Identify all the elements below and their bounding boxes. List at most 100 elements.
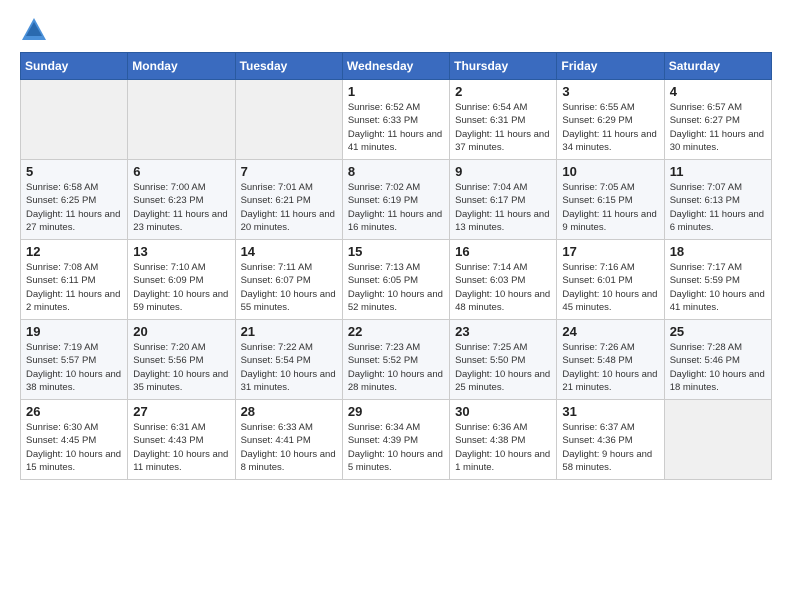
week-row-3: 12Sunrise: 7:08 AM Sunset: 6:11 PM Dayli… xyxy=(21,240,772,320)
day-info: Sunrise: 6:36 AM Sunset: 4:38 PM Dayligh… xyxy=(455,421,551,474)
day-number: 21 xyxy=(241,324,337,339)
day-number: 7 xyxy=(241,164,337,179)
day-number: 9 xyxy=(455,164,551,179)
day-info: Sunrise: 7:28 AM Sunset: 5:46 PM Dayligh… xyxy=(670,341,766,394)
weekday-header-friday: Friday xyxy=(557,53,664,80)
day-info: Sunrise: 7:04 AM Sunset: 6:17 PM Dayligh… xyxy=(455,181,551,234)
day-number: 27 xyxy=(133,404,229,419)
day-info: Sunrise: 7:23 AM Sunset: 5:52 PM Dayligh… xyxy=(348,341,444,394)
week-row-1: 1Sunrise: 6:52 AM Sunset: 6:33 PM Daylig… xyxy=(21,80,772,160)
calendar-cell: 20 Sunrise: 7:20 AM Sunset: 5:56 PM Dayli… xyxy=(128,320,235,400)
calendar-cell: 26 Sunrise: 6:30 AM Sunset: 4:45 PM Dayli… xyxy=(21,400,128,480)
day-number: 4 xyxy=(670,84,766,99)
day-info: Sunrise: 6:30 AM Sunset: 4:45 PM Dayligh… xyxy=(26,421,122,474)
calendar-cell: 4 Sunrise: 6:57 AM Sunset: 6:27 PM Daylig… xyxy=(664,80,771,160)
day-info: Sunrise: 7:13 AM Sunset: 6:05 PM Dayligh… xyxy=(348,261,444,314)
day-number: 20 xyxy=(133,324,229,339)
weekday-header-sunday: Sunday xyxy=(21,53,128,80)
weekday-header-row: SundayMondayTuesdayWednesdayThursdayFrid… xyxy=(21,53,772,80)
day-info: Sunrise: 7:11 AM Sunset: 6:07 PM Dayligh… xyxy=(241,261,337,314)
day-number: 23 xyxy=(455,324,551,339)
day-number: 18 xyxy=(670,244,766,259)
week-row-4: 19 Sunrise: 7:19 AM Sunset: 5:57 PM Dayli… xyxy=(21,320,772,400)
calendar-cell: 31 Sunrise: 6:37 AM Sunset: 4:36 PM Dayli… xyxy=(557,400,664,480)
day-info: Sunrise: 7:20 AM Sunset: 5:56 PM Dayligh… xyxy=(133,341,229,394)
calendar-cell xyxy=(128,80,235,160)
day-number: 14 xyxy=(241,244,337,259)
calendar-cell: 5 Sunrise: 6:58 AM Sunset: 6:25 PM Daylig… xyxy=(21,160,128,240)
day-number: 15 xyxy=(348,244,444,259)
calendar-cell: 24 Sunrise: 7:26 AM Sunset: 5:48 PM Dayli… xyxy=(557,320,664,400)
week-row-2: 5 Sunrise: 6:58 AM Sunset: 6:25 PM Daylig… xyxy=(21,160,772,240)
day-info: Sunrise: 7:16 AM Sunset: 6:01 PM Dayligh… xyxy=(562,261,658,314)
day-info: Sunrise: 7:14 AM Sunset: 6:03 PM Dayligh… xyxy=(455,261,551,314)
day-number: 6 xyxy=(133,164,229,179)
calendar-cell: 9 Sunrise: 7:04 AM Sunset: 6:17 PM Daylig… xyxy=(450,160,557,240)
weekday-header-wednesday: Wednesday xyxy=(342,53,449,80)
logo-icon xyxy=(20,16,48,44)
week-row-5: 26 Sunrise: 6:30 AM Sunset: 4:45 PM Dayli… xyxy=(21,400,772,480)
day-info: Sunrise: 7:19 AM Sunset: 5:57 PM Dayligh… xyxy=(26,341,122,394)
calendar-cell: 14 Sunrise: 7:11 AM Sunset: 6:07 PM Dayli… xyxy=(235,240,342,320)
day-number: 11 xyxy=(670,164,766,179)
calendar-cell: 8Sunrise: 7:02 AM Sunset: 6:19 PM Daylig… xyxy=(342,160,449,240)
day-number: 1 xyxy=(348,84,444,99)
calendar-cell: 10 Sunrise: 7:05 AM Sunset: 6:15 PM Dayli… xyxy=(557,160,664,240)
calendar-cell: 23 Sunrise: 7:25 AM Sunset: 5:50 PM Dayli… xyxy=(450,320,557,400)
calendar-cell: 1Sunrise: 6:52 AM Sunset: 6:33 PM Daylig… xyxy=(342,80,449,160)
day-number: 17 xyxy=(562,244,658,259)
day-info: Sunrise: 6:57 AM Sunset: 6:27 PM Dayligh… xyxy=(670,101,766,154)
calendar-table: SundayMondayTuesdayWednesdayThursdayFrid… xyxy=(20,52,772,480)
calendar-cell: 2 Sunrise: 6:54 AM Sunset: 6:31 PM Daylig… xyxy=(450,80,557,160)
day-number: 30 xyxy=(455,404,551,419)
day-number: 24 xyxy=(562,324,658,339)
calendar-cell: 13 Sunrise: 7:10 AM Sunset: 6:09 PM Dayli… xyxy=(128,240,235,320)
calendar-cell: 17 Sunrise: 7:16 AM Sunset: 6:01 PM Dayli… xyxy=(557,240,664,320)
day-info: Sunrise: 7:26 AM Sunset: 5:48 PM Dayligh… xyxy=(562,341,658,394)
calendar-cell: 21 Sunrise: 7:22 AM Sunset: 5:54 PM Dayli… xyxy=(235,320,342,400)
day-number: 3 xyxy=(562,84,658,99)
day-info: Sunrise: 7:01 AM Sunset: 6:21 PM Dayligh… xyxy=(241,181,337,234)
day-number: 22 xyxy=(348,324,444,339)
day-number: 31 xyxy=(562,404,658,419)
day-number: 16 xyxy=(455,244,551,259)
calendar-cell: 22 Sunrise: 7:23 AM Sunset: 5:52 PM Dayli… xyxy=(342,320,449,400)
calendar-cell: 16 Sunrise: 7:14 AM Sunset: 6:03 PM Dayli… xyxy=(450,240,557,320)
calendar-cell: 15 Sunrise: 7:13 AM Sunset: 6:05 PM Dayli… xyxy=(342,240,449,320)
day-info: Sunrise: 7:10 AM Sunset: 6:09 PM Dayligh… xyxy=(133,261,229,314)
day-number: 25 xyxy=(670,324,766,339)
calendar-page: SundayMondayTuesdayWednesdayThursdayFrid… xyxy=(0,0,792,496)
day-info: Sunrise: 7:25 AM Sunset: 5:50 PM Dayligh… xyxy=(455,341,551,394)
day-info: Sunrise: 6:37 AM Sunset: 4:36 PM Dayligh… xyxy=(562,421,658,474)
day-number: 28 xyxy=(241,404,337,419)
calendar-cell: 6Sunrise: 7:00 AM Sunset: 6:23 PM Daylig… xyxy=(128,160,235,240)
day-info: Sunrise: 6:31 AM Sunset: 4:43 PM Dayligh… xyxy=(133,421,229,474)
day-number: 5 xyxy=(26,164,122,179)
calendar-cell: 18Sunrise: 7:17 AM Sunset: 5:59 PM Dayli… xyxy=(664,240,771,320)
day-info: Sunrise: 7:05 AM Sunset: 6:15 PM Dayligh… xyxy=(562,181,658,234)
logo xyxy=(20,16,52,44)
day-info: Sunrise: 6:58 AM Sunset: 6:25 PM Dayligh… xyxy=(26,181,122,234)
day-info: Sunrise: 6:33 AM Sunset: 4:41 PM Dayligh… xyxy=(241,421,337,474)
calendar-cell: 11 Sunrise: 7:07 AM Sunset: 6:13 PM Dayli… xyxy=(664,160,771,240)
day-number: 2 xyxy=(455,84,551,99)
day-number: 10 xyxy=(562,164,658,179)
day-number: 13 xyxy=(133,244,229,259)
page-header xyxy=(20,16,772,44)
calendar-cell: 3Sunrise: 6:55 AM Sunset: 6:29 PM Daylig… xyxy=(557,80,664,160)
weekday-header-monday: Monday xyxy=(128,53,235,80)
calendar-cell xyxy=(235,80,342,160)
day-info: Sunrise: 6:54 AM Sunset: 6:31 PM Dayligh… xyxy=(455,101,551,154)
day-info: Sunrise: 7:07 AM Sunset: 6:13 PM Dayligh… xyxy=(670,181,766,234)
calendar-cell xyxy=(21,80,128,160)
day-info: Sunrise: 7:22 AM Sunset: 5:54 PM Dayligh… xyxy=(241,341,337,394)
weekday-header-tuesday: Tuesday xyxy=(235,53,342,80)
calendar-cell: 19 Sunrise: 7:19 AM Sunset: 5:57 PM Dayli… xyxy=(21,320,128,400)
calendar-cell: 29Sunrise: 6:34 AM Sunset: 4:39 PM Dayli… xyxy=(342,400,449,480)
day-info: Sunrise: 6:34 AM Sunset: 4:39 PM Dayligh… xyxy=(348,421,444,474)
calendar-cell: 25 Sunrise: 7:28 AM Sunset: 5:46 PM Dayli… xyxy=(664,320,771,400)
day-number: 26 xyxy=(26,404,122,419)
day-info: Sunrise: 7:02 AM Sunset: 6:19 PM Dayligh… xyxy=(348,181,444,234)
day-number: 19 xyxy=(26,324,122,339)
calendar-cell: 30 Sunrise: 6:36 AM Sunset: 4:38 PM Dayli… xyxy=(450,400,557,480)
